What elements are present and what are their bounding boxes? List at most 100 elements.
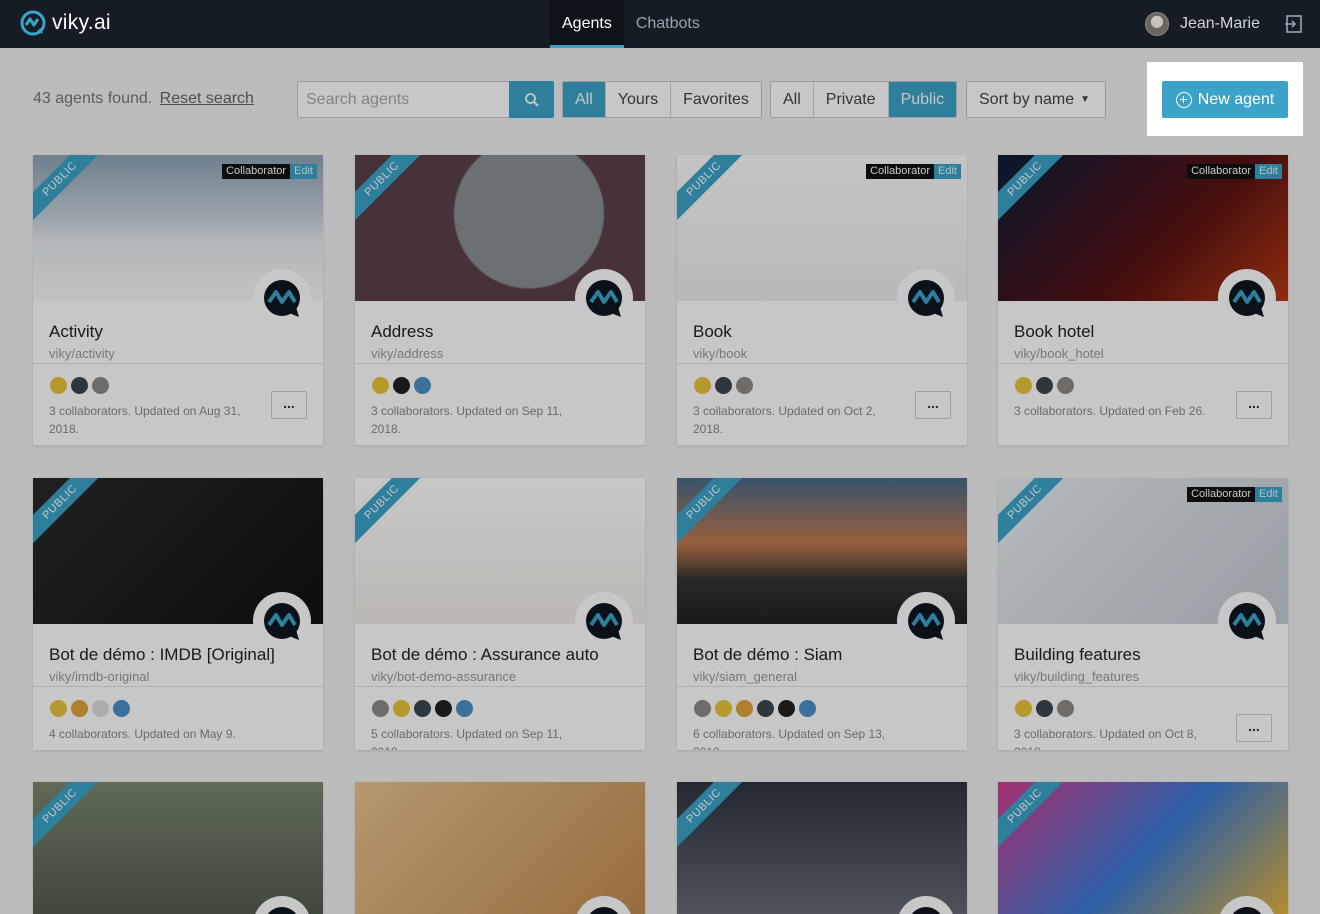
- agent-logo: [575, 269, 633, 327]
- collaborator-avatars: [1014, 699, 1077, 718]
- agent-card-footer: 4 collaborators. Updated on May 9.: [33, 686, 323, 750]
- public-ribbon: PUBLIC: [33, 155, 106, 225]
- public-ribbon: PUBLIC: [355, 478, 428, 548]
- agent-card[interactable]: PUBLIC Collaborator Edit Building features v…: [998, 478, 1288, 750]
- agent-card[interactable]: PUBLIC Address viky/address 3 collaborators…: [355, 155, 645, 445]
- agent-card[interactable]: PUBLIC Bot de démo : Assurance auto viky/b…: [355, 478, 645, 750]
- collaborator-avatars: [49, 699, 133, 718]
- logout-icon[interactable]: [1284, 14, 1304, 34]
- public-ribbon: PUBLIC: [677, 155, 750, 225]
- nav-chatbots[interactable]: Chatbots: [624, 0, 712, 48]
- agent-slug: viky/building_features: [1014, 669, 1140, 684]
- agent-card[interactable]: PUBLIC: [677, 782, 967, 914]
- collaborator-label: Collaborator: [1187, 164, 1256, 179]
- new-agent-highlight: New agent: [1147, 62, 1303, 136]
- agent-image: PUBLIC: [33, 782, 323, 914]
- avatar: [49, 699, 68, 718]
- agent-image: PUBLIC: [998, 782, 1288, 914]
- avatar: [693, 376, 712, 395]
- avatar: [371, 699, 390, 718]
- more-options-button[interactable]: ...: [271, 391, 307, 419]
- collaborator-avatars: [49, 376, 112, 395]
- agent-card[interactable]: PUBLIC Collaborator Edit Book viky/book 3 col…: [677, 155, 967, 445]
- avatar: [91, 699, 110, 718]
- search-icon: [524, 92, 539, 107]
- avatar: [777, 699, 796, 718]
- public-ribbon: PUBLIC: [998, 155, 1071, 225]
- avatar: [798, 699, 817, 718]
- viky-logo-icon: [908, 280, 944, 317]
- brand-name: viky.ai: [52, 11, 111, 34]
- new-agent-button[interactable]: New agent: [1162, 81, 1288, 118]
- reset-search-link[interactable]: Reset search: [160, 90, 254, 107]
- collaborator-avatars: [693, 376, 756, 395]
- avatar: [413, 376, 432, 395]
- avatar: [392, 376, 411, 395]
- agent-card[interactable]: PUBLIC: [998, 782, 1288, 914]
- viky-logo-icon: [1229, 603, 1265, 640]
- agent-meta: 3 collaborators. Updated on Sep 11, 2018…: [371, 404, 563, 436]
- avatar: [1035, 699, 1054, 718]
- edit-label: Edit: [934, 164, 961, 179]
- agent-card[interactable]: PUBLIC Collaborator Edit Activity viky/activ…: [33, 155, 323, 445]
- viky-logo-icon: [267, 907, 297, 914]
- agent-card-footer: 3 collaborators. Updated on Oct 2, 2018.…: [677, 363, 967, 445]
- agent-card[interactable]: PUBLIC: [33, 782, 323, 914]
- agent-slug: viky/activity: [49, 346, 115, 361]
- avatar: [735, 699, 754, 718]
- viky-logo-icon: [1232, 907, 1262, 914]
- collaborator-avatars: [693, 699, 819, 718]
- avatar: [714, 699, 733, 718]
- avatar: [70, 376, 89, 395]
- avatar: [714, 376, 733, 395]
- avatar: [1014, 376, 1033, 395]
- avatar: [49, 376, 68, 395]
- avatar: [91, 376, 110, 395]
- agent-card[interactable]: PUBLIC Bot de démo : Siam viky/siam_genera…: [677, 478, 967, 750]
- filter-favorites[interactable]: Favorites: [671, 82, 761, 117]
- viky-logo-icon: [586, 280, 622, 317]
- plus-circle-icon: [1175, 91, 1192, 108]
- filter-private[interactable]: Private: [814, 82, 889, 117]
- agent-meta: 5 collaborators. Updated on Sep 11, 2018…: [371, 727, 563, 750]
- brand[interactable]: viky.ai: [20, 10, 111, 36]
- agent-card[interactable]: PUBLIC Bot de démo : IMDB [Original] viky/…: [33, 478, 323, 750]
- agent-card[interactable]: [355, 782, 645, 914]
- agent-slug: viky/siam_general: [693, 669, 798, 684]
- viky-logo-icon: [264, 280, 300, 317]
- user-menu[interactable]: Jean-Marie: [1144, 12, 1260, 36]
- avatar: [70, 699, 89, 718]
- sort-dropdown[interactable]: Sort by name ▼: [966, 81, 1106, 118]
- more-options-button[interactable]: ...: [1236, 391, 1272, 419]
- agent-card[interactable]: PUBLIC Collaborator Edit Book hotel viky/boo…: [998, 155, 1288, 445]
- filter-all-visibility[interactable]: All: [771, 82, 814, 117]
- public-ribbon: PUBLIC: [677, 478, 750, 548]
- agent-card-footer: 6 collaborators. Updated on Sep 13, 2018…: [677, 686, 967, 750]
- avatar: [756, 699, 775, 718]
- viky-logo-icon: [911, 907, 941, 914]
- avatar: [1056, 699, 1075, 718]
- public-ribbon: PUBLIC: [33, 782, 106, 852]
- collaborator-label: Collaborator: [866, 164, 935, 179]
- search-input[interactable]: Search agents: [297, 81, 510, 118]
- more-options-button[interactable]: ...: [1236, 714, 1272, 742]
- collaborator-avatars: [371, 699, 476, 718]
- filter-yours[interactable]: Yours: [606, 82, 672, 117]
- nav-agents[interactable]: Agents: [550, 0, 624, 48]
- viky-logo-icon: [264, 603, 300, 640]
- edit-label: Edit: [1255, 487, 1282, 502]
- filter-public[interactable]: Public: [888, 82, 957, 117]
- viky-logo-icon: [586, 603, 622, 640]
- main-nav: Agents Chatbots: [550, 0, 712, 48]
- agent-meta: 3 collaborators. Updated on Oct 2, 2018.: [693, 404, 876, 436]
- edit-label: Edit: [290, 164, 317, 179]
- avatar: [371, 376, 390, 395]
- collaborator-avatars: [1014, 376, 1077, 395]
- new-agent-label: New agent: [1197, 90, 1275, 108]
- filter-all-owner[interactable]: All: [563, 82, 606, 117]
- search-button[interactable]: [509, 81, 554, 118]
- agent-card-footer: 3 collaborators. Updated on Oct 8, 2018.…: [998, 686, 1288, 750]
- sort-label: Sort by name: [979, 91, 1075, 108]
- more-options-button[interactable]: ...: [915, 391, 951, 419]
- owner-filter: All Yours Favorites: [562, 81, 762, 118]
